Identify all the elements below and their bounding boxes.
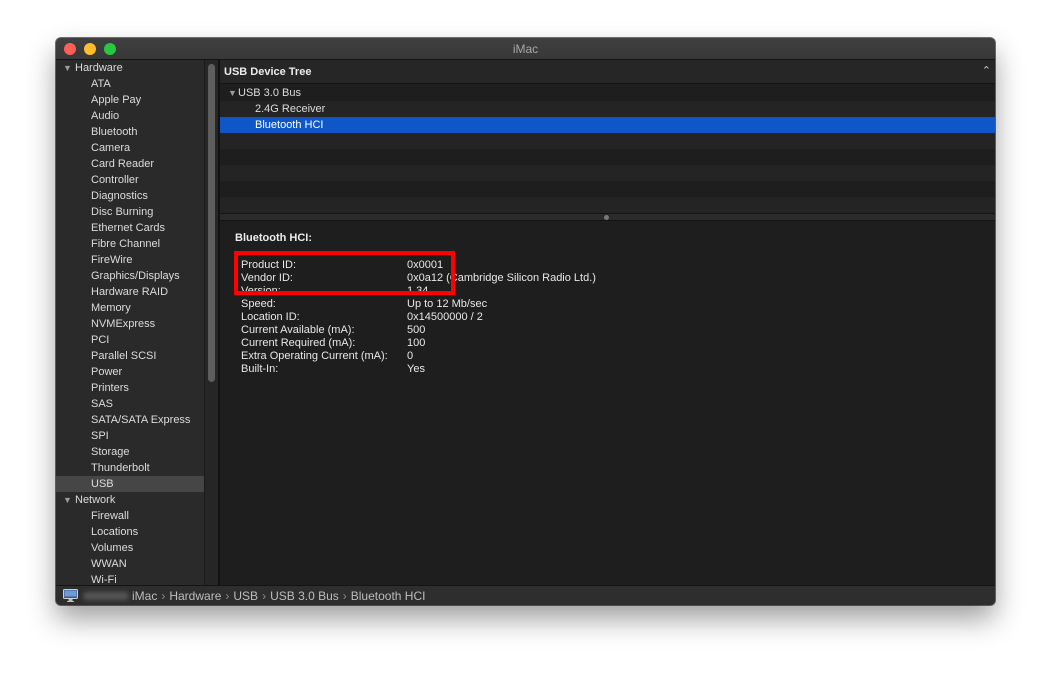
property-key: Extra Operating Current (mA): (241, 350, 388, 362)
property-key: Current Required (mA): (241, 337, 356, 349)
device-tree-title: USB Device Tree (224, 66, 312, 78)
sidebar-item-pci[interactable]: PCI (56, 332, 204, 348)
sidebar-item-controller[interactable]: Controller (56, 172, 204, 188)
breadcrumb-separator-icon: › (262, 589, 267, 603)
sidebar-group-network[interactable]: ▼ Network (56, 492, 204, 508)
breadcrumb-item[interactable]: USB 3.0 Bus (270, 589, 339, 603)
sidebar-group-hardware[interactable]: ▼ Hardware (56, 60, 204, 76)
breadcrumb-separator-icon: › (225, 589, 230, 603)
sidebar-item-disc-burning[interactable]: Disc Burning (56, 204, 204, 220)
disclosure-triangle-icon[interactable]: ▼ (63, 60, 75, 76)
tree-row-usb-bus[interactable]: ▼USB 3.0 Bus (220, 85, 995, 101)
breadcrumb: iMac › Hardware › USB › USB 3.0 Bus › Bluetooth … (132, 589, 425, 603)
property-value: 0x0a12 (Cambridge Silicon Radio Ltd.) (407, 272, 596, 284)
tree-row-empty (220, 197, 995, 213)
redacted-computer-name (83, 592, 129, 600)
device-tree: ▼USB 3.0 Bus 2.4G Receiver Bluetooth HCI (220, 85, 995, 213)
sidebar-item-diagnostics[interactable]: Diagnostics (56, 188, 204, 204)
tree-row-device[interactable]: Bluetooth HCI (220, 117, 995, 133)
sidebar-item-usb[interactable]: USB (56, 476, 204, 492)
sidebar-item-audio[interactable]: Audio (56, 108, 204, 124)
tree-row-device[interactable]: 2.4G Receiver (220, 101, 995, 117)
breadcrumb-separator-icon: › (161, 589, 166, 603)
sidebar-item-sas[interactable]: SAS (56, 396, 204, 412)
content-area: USB Device Tree ⌃ ▼USB 3.0 Bus 2.4G Recei… (220, 60, 995, 585)
tree-row-empty (220, 165, 995, 181)
sidebar-item-spi[interactable]: SPI (56, 428, 204, 444)
property-key: Location ID: (241, 311, 300, 323)
property-value: Up to 12 Mb/sec (407, 298, 488, 310)
sidebar-item-volumes[interactable]: Volumes (56, 540, 204, 556)
pane-splitter[interactable] (220, 213, 995, 221)
property-value: 500 (407, 324, 426, 336)
property-key: Built-In: (241, 363, 279, 375)
property-value: 100 (407, 337, 426, 349)
disclosure-triangle-icon[interactable]: ▼ (228, 85, 238, 101)
sidebar-item-memory[interactable]: Memory (56, 300, 204, 316)
breadcrumb-item[interactable]: USB (233, 589, 258, 603)
sidebar-item-wi-fi[interactable]: Wi-Fi (56, 572, 204, 585)
imac-icon (63, 589, 78, 602)
sidebar-item-wwan[interactable]: WWAN (56, 556, 204, 572)
breadcrumb-separator-icon: › (342, 589, 347, 603)
sidebar-item-bluetooth[interactable]: Bluetooth (56, 124, 204, 140)
breadcrumb-item[interactable]: iMac (132, 589, 157, 603)
system-information-window: iMac ▼ Hardware ATA Apple Pay Audio Bluetooth… (56, 38, 995, 605)
property-key: Current Available (mA): (241, 324, 355, 336)
sidebar-item-thunderbolt[interactable]: Thunderbolt (56, 460, 204, 476)
property-key: Product ID: (241, 259, 297, 271)
disclosure-triangle-icon[interactable]: ▼ (63, 492, 75, 508)
title-bar: iMac (56, 38, 995, 60)
sidebar-item-ata[interactable]: ATA (56, 76, 204, 92)
property-value: Yes (407, 363, 425, 375)
sidebar-item-storage[interactable]: Storage (56, 444, 204, 460)
sidebar-item-parallel-scsi[interactable]: Parallel SCSI (56, 348, 204, 364)
sidebar-item-hardware-raid[interactable]: Hardware RAID (56, 284, 204, 300)
breadcrumb-item[interactable]: Hardware (169, 589, 221, 603)
sidebar-group-label: Hardware (75, 62, 123, 74)
property-value: 1.34 (407, 285, 429, 297)
sidebar-item-card-reader[interactable]: Card Reader (56, 156, 204, 172)
tree-row-empty (220, 181, 995, 197)
sidebar-item-graphics-displays[interactable]: Graphics/Displays (56, 268, 204, 284)
property-key: Speed: (241, 298, 276, 310)
property-value: 0x14500000 / 2 (407, 311, 483, 323)
tree-row-empty (220, 149, 995, 165)
window-title: iMac (512, 42, 539, 56)
breadcrumb-item[interactable]: Bluetooth HCI (351, 589, 426, 603)
property-key: Vendor ID: (241, 272, 293, 284)
property-value: 0x0001 (407, 259, 444, 271)
sidebar-item-firewire[interactable]: FireWire (56, 252, 204, 268)
sidebar-scrollbar[interactable] (204, 60, 218, 585)
sidebar-item-power[interactable]: Power (56, 364, 204, 380)
tree-row-empty (220, 133, 995, 149)
sidebar-item-nvmexpress[interactable]: NVMExpress (56, 316, 204, 332)
detail-title: Bluetooth HCI: (235, 232, 312, 244)
chevron-up-icon[interactable]: ⌃ (982, 64, 991, 77)
sidebar-item-firewall[interactable]: Firewall (56, 508, 204, 524)
sidebar-item-camera[interactable]: Camera (56, 140, 204, 156)
detail-pane: Bluetooth HCI: Product ID: 0x0001 Vendor I… (220, 222, 995, 585)
device-tree-header[interactable]: USB Device Tree ⌃ (220, 60, 995, 84)
property-key: Version: (241, 285, 281, 297)
sidebar-group-label: Network (75, 494, 116, 506)
sidebar: ▼ Hardware ATA Apple Pay Audio Bluetooth Camer… (56, 60, 204, 585)
sidebar-item-locations[interactable]: Locations (56, 524, 204, 540)
sidebar-item-ethernet-cards[interactable]: Ethernet Cards (56, 220, 204, 236)
sidebar-item-fibre-channel[interactable]: Fibre Channel (56, 236, 204, 252)
splitter-handle-icon[interactable] (604, 215, 609, 220)
tree-row-label: USB 3.0 Bus (238, 87, 301, 99)
sidebar-scrollbar-thumb[interactable] (208, 64, 215, 382)
sidebar-item-sata-sata-express[interactable]: SATA/SATA Express (56, 412, 204, 428)
property-value: 0 (407, 350, 414, 362)
status-bar: iMac › Hardware › USB › USB 3.0 Bus › Bluetooth … (56, 585, 995, 605)
sidebar-item-apple-pay[interactable]: Apple Pay (56, 92, 204, 108)
sidebar-item-printers[interactable]: Printers (56, 380, 204, 396)
